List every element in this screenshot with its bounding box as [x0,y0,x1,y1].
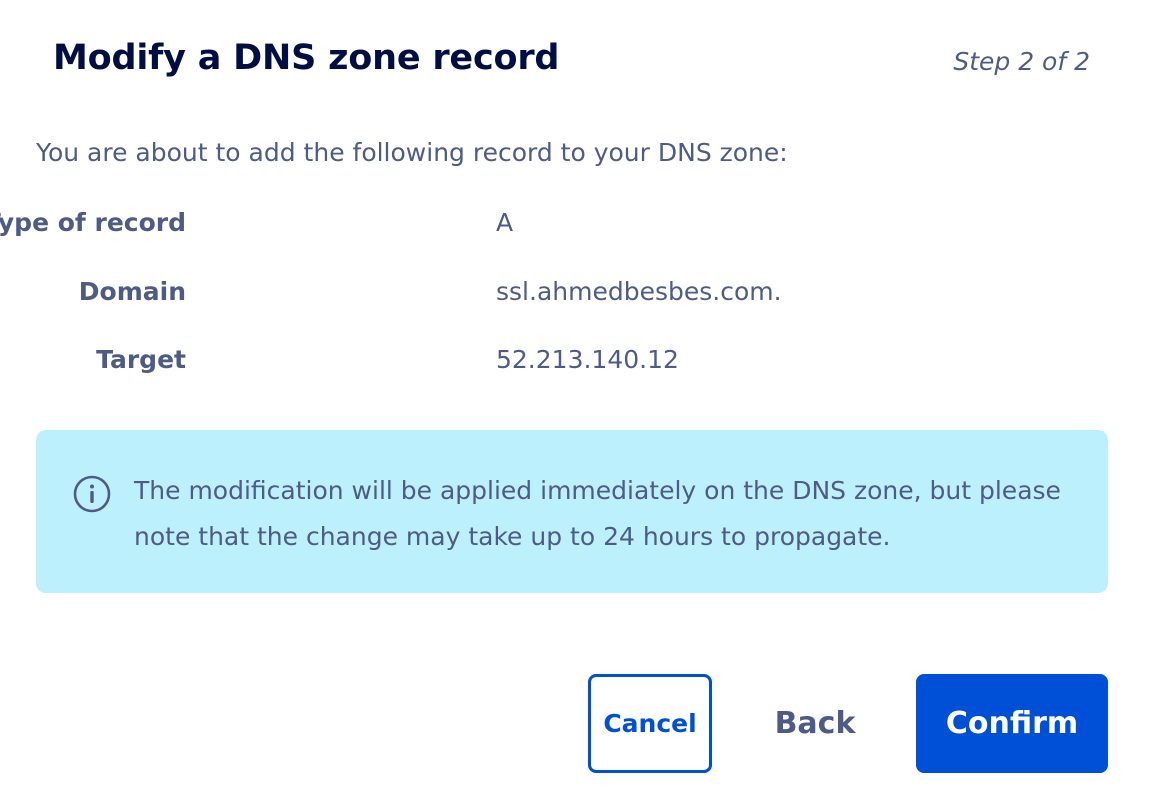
back-button[interactable]: Back [760,674,870,773]
info-icon [72,474,112,514]
dialog-intro: You are about to add the following recor… [36,138,788,167]
step-indicator: Step 2 of 2 [953,47,1090,76]
confirm-button[interactable]: Confirm [916,674,1108,773]
modify-dns-record-dialog: Modify a DNS zone record Step 2 of 2 You… [0,0,1150,790]
record-type-value: A [496,208,514,237]
propagation-notice: The modification will be applied immedia… [36,430,1108,593]
dialog-title: Modify a DNS zone record [53,38,560,78]
record-type-label: Type of record [0,208,186,237]
record-domain-value: ssl.ahmedbesbes.com. [496,277,782,306]
record-row-type: Type of record A [0,203,900,243]
record-target-label: Target [96,345,186,374]
notice-text: The modification will be applied immedia… [134,476,1061,551]
record-row-domain: Domain ssl.ahmedbesbes.com. [0,272,900,312]
cancel-button[interactable]: Cancel [588,674,712,773]
record-target-value: 52.213.140.12 [496,345,679,374]
record-row-target: Target 52.213.140.12 [0,340,900,380]
record-domain-label: Domain [78,277,186,306]
